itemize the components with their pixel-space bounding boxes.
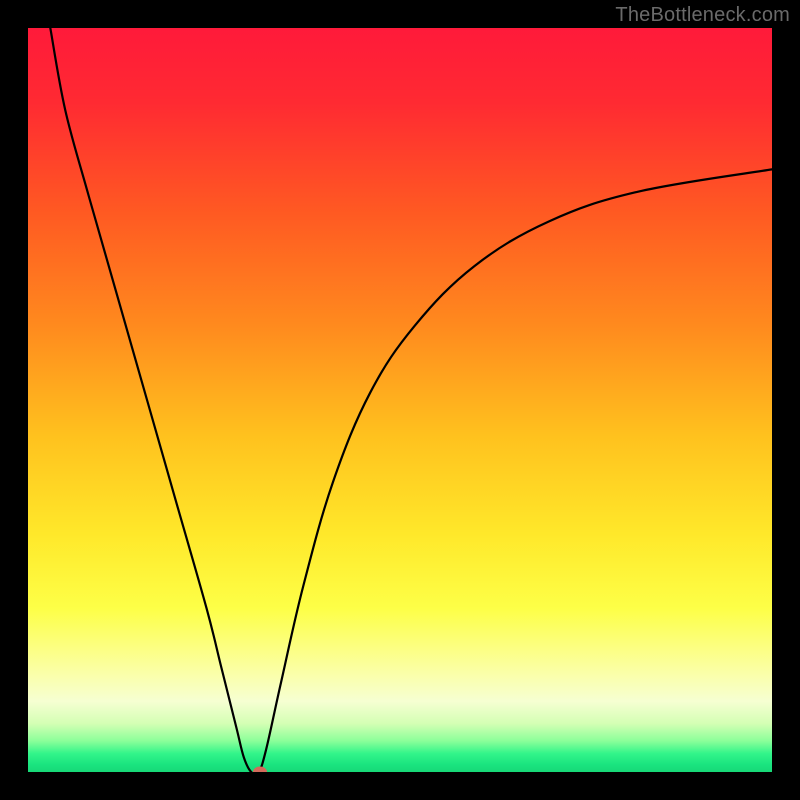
chart-frame: TheBottleneck.com [0,0,800,800]
watermark-text: TheBottleneck.com [615,4,790,27]
optimum-marker [253,767,267,773]
bottleneck-curve [28,28,772,772]
plot-area [28,28,772,772]
